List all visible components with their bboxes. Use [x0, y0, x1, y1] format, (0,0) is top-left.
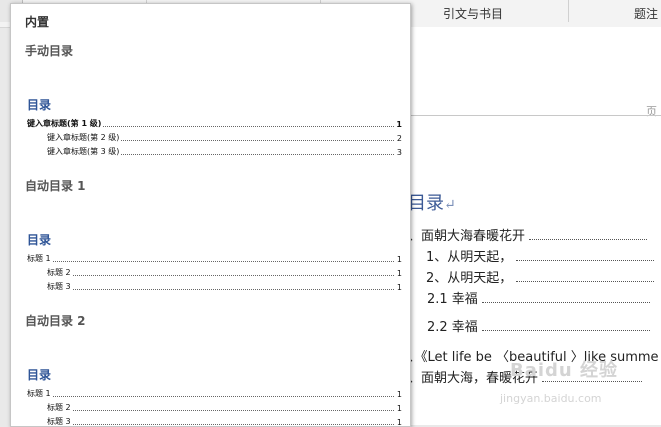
- toc-line[interactable]: 1、从明天起，: [426, 246, 655, 265]
- gallery-item-auto-toc-2[interactable]: 自动目录 2: [25, 312, 86, 329]
- toc-line-text: 1、从明天起，: [426, 250, 513, 265]
- preview-row-label: 键入章标题(第 2 级): [47, 133, 120, 142]
- gallery-preview-row: 标题 2 1: [47, 267, 402, 278]
- gallery-item-auto-toc-1[interactable]: 自动目录 1: [25, 177, 86, 194]
- preview-leader: [72, 289, 394, 290]
- preview-row-label: 标题 2: [47, 268, 71, 277]
- toc-leader: [516, 280, 655, 282]
- preview-row-label: 标题 1: [27, 389, 51, 398]
- gallery-preview-row: 键入章标题(第 3 级) 3: [47, 146, 402, 157]
- header-divider: [404, 115, 661, 116]
- preview-leader: [72, 275, 394, 276]
- preview-row-page: 1: [396, 390, 402, 399]
- toc-leader: [516, 259, 655, 261]
- preview-row-label: 标题 3: [47, 417, 71, 426]
- toc-leader: [529, 238, 648, 240]
- preview-leader: [121, 140, 394, 141]
- toc-line-text: 2.2 幸福: [427, 320, 478, 335]
- gallery-preview-row: 键入章标题(第 1 级) 1: [27, 118, 402, 129]
- preview-row-page: 1: [396, 255, 402, 264]
- toc-line-text: 2、从明天起，: [426, 271, 513, 286]
- preview-row-label: 标题 2: [47, 403, 71, 412]
- gallery-section-title: 内置: [25, 15, 50, 29]
- gallery-preview-row: 标题 3 1: [47, 281, 402, 292]
- gallery-item-manual-toc[interactable]: 手动目录: [25, 42, 73, 59]
- preview-row-label: 标题 3: [47, 282, 71, 291]
- preview-row-page: 1: [396, 418, 402, 427]
- ribbon-separator: [568, 0, 569, 22]
- toc-title-text: 目录: [408, 193, 444, 214]
- preview-leader: [72, 410, 394, 411]
- gallery-preview-row: 键入章标题(第 2 级) 2: [47, 132, 402, 143]
- toc-line[interactable]: 2.2 幸福: [427, 316, 650, 335]
- preview-row-label: 标题 1: [27, 254, 51, 263]
- gallery-preview-row: 标题 1 1: [27, 388, 402, 399]
- toc-line-text: 、面朝大海春暖花开: [408, 229, 526, 244]
- gallery-preview-row: 标题 2 1: [47, 402, 402, 413]
- preview-row-label: 键入章标题(第 3 级): [47, 147, 120, 156]
- watermark-logo: Baidu 经验: [510, 360, 619, 381]
- gallery-preview-heading: 目录: [27, 233, 52, 247]
- preview-row-page: 2: [396, 134, 402, 143]
- toc-line[interactable]: 、面朝大海春暖花开: [408, 225, 648, 244]
- preview-row-page: 3: [396, 148, 402, 157]
- toc-gallery-dropdown[interactable]: 内置 手动目录 目录 键入章标题(第 1 级) 1 键入章标题(第 2 级) 2 键…: [10, 3, 411, 427]
- header-page-label: 页: [646, 105, 657, 118]
- preview-row-page: 1: [396, 404, 402, 413]
- gallery-preview-row: 标题 3 1: [47, 416, 402, 427]
- tab-citations-bibliography[interactable]: 引文与书目: [443, 5, 503, 22]
- document-toc-title: 目录↵: [408, 189, 456, 215]
- preview-row-page: 1: [396, 120, 402, 129]
- preview-leader: [103, 126, 394, 127]
- preview-row-page: 1: [396, 283, 402, 292]
- toc-leader: [481, 329, 650, 331]
- gallery-preview-row: 标题 1 1: [27, 253, 402, 264]
- tab-captions[interactable]: 题注: [634, 5, 658, 22]
- gallery-preview-heading: 目录: [27, 98, 52, 112]
- preview-leader: [52, 396, 394, 397]
- gallery-preview-heading: 目录: [27, 368, 52, 382]
- toc-line-text: 2.1 幸福: [427, 292, 478, 307]
- preview-row-page: 1: [396, 269, 402, 278]
- preview-leader: [121, 154, 394, 155]
- toc-line[interactable]: 2、从明天起，: [426, 267, 655, 286]
- preview-leader: [52, 261, 394, 262]
- toc-leader: [481, 301, 650, 303]
- toc-line[interactable]: 2.1 幸福: [427, 288, 650, 307]
- preview-row-label: 键入章标题(第 1 级): [27, 119, 102, 128]
- watermark-url: jingyan.baidu.com: [500, 392, 602, 405]
- paragraph-mark-icon: ↵: [444, 197, 456, 213]
